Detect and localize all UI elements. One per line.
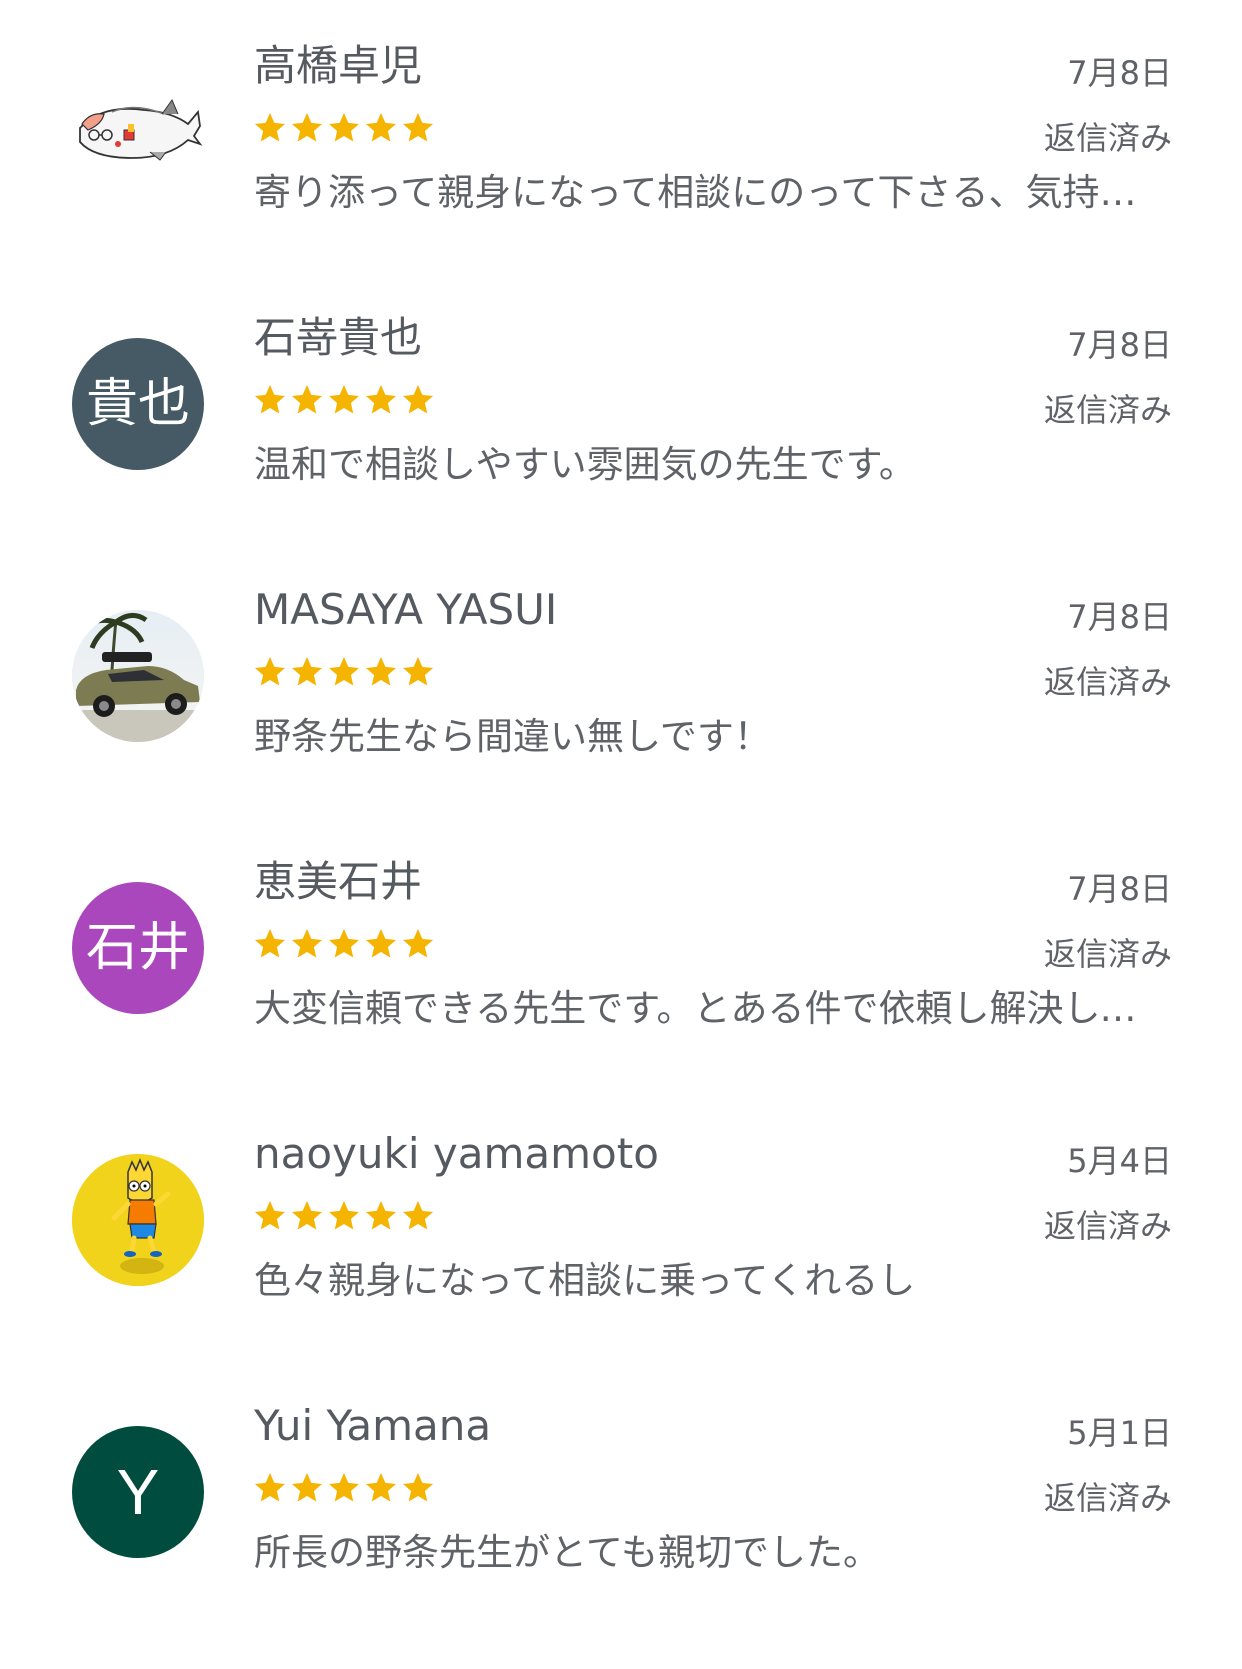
star-icon — [366, 1201, 396, 1230]
review-list: 高橋卓児 7月8日 返信済み 寄り添って親身になって相談にのって下さる、気持ちの… — [0, 0, 1242, 1669]
star-icon — [403, 657, 433, 686]
avatar-initials: 石井 — [85, 918, 190, 978]
review-item[interactable]: naoyuki yamamoto 5月4日 返信済み 色々親身になって相談に乗っ… — [0, 1088, 1242, 1360]
review-item[interactable]: MASAYA YASUI 7月8日 返信済み 野条先生なら間違い無しです！ — [0, 544, 1242, 816]
star-icon — [403, 1201, 433, 1230]
star-icon — [403, 1473, 433, 1502]
star-icon — [403, 113, 433, 142]
reply-status: 返信済み — [1043, 1207, 1172, 1245]
reply-status: 返信済み — [1043, 391, 1172, 429]
reply-status: 返信済み — [1043, 663, 1172, 701]
avatar-initials: Y — [116, 1456, 160, 1528]
reply-status: 返信済み — [1043, 119, 1172, 157]
star-icon — [255, 929, 285, 958]
review-text[interactable]: 寄り添って親身になって相談にのって下さる、気持ちの良い先生です。 — [254, 171, 1164, 215]
avatar-initials: 貴也 — [85, 374, 190, 434]
star-icon — [403, 929, 433, 958]
star-icon — [255, 1473, 285, 1502]
star-icon — [292, 1201, 322, 1230]
review-date: 5月1日 — [1067, 1414, 1172, 1452]
star-rating — [252, 382, 436, 424]
review-date: 7月8日 — [1067, 870, 1172, 908]
star-rating — [252, 926, 436, 968]
review-date: 7月8日 — [1067, 326, 1172, 364]
review-text[interactable]: 所長の野条先生がとても親切でした。 — [254, 1531, 1164, 1575]
review-date: 7月8日 — [1067, 598, 1172, 636]
review-item[interactable]: Y Yui Yamana 5月1日 返信済み 所長の野条先生がとても親切でした。 — [0, 1360, 1242, 1632]
car-photo-icon — [72, 610, 204, 742]
cartoon-character-icon — [72, 1154, 204, 1286]
avatar[interactable]: 石井 — [72, 882, 204, 1014]
avatar[interactable]: Y — [72, 1426, 204, 1558]
reviewer-name: MASAYA YASUI — [254, 585, 558, 634]
avatar[interactable] — [72, 1154, 204, 1286]
review-text[interactable]: 大変信頼できる先生です。とある件で依頼し解決していただきました。 — [254, 987, 1164, 1031]
reviewer-name: 高橋卓児 — [254, 41, 423, 90]
star-icon — [366, 929, 396, 958]
star-icon — [292, 929, 322, 958]
review-date: 7月8日 — [1067, 54, 1172, 92]
reviewer-name: 恵美石井 — [254, 857, 423, 906]
review-text[interactable]: 色々親身になって相談に乗ってくれるし — [254, 1259, 1164, 1303]
review-text[interactable]: 温和で相談しやすい雰囲気の先生です。 — [254, 443, 1164, 487]
reply-status: 返信済み — [1043, 935, 1172, 973]
star-rating — [252, 110, 436, 152]
review-item[interactable]: 貴也 石嵜貴也 7月8日 返信済み 温和で相談しやすい雰囲気の先生です。 — [0, 272, 1242, 544]
star-icon — [403, 385, 433, 414]
star-icon — [366, 1473, 396, 1502]
avatar[interactable] — [72, 610, 204, 742]
reviewer-name: Yui Yamana — [254, 1401, 492, 1450]
star-icon — [292, 113, 322, 142]
star-rating — [252, 654, 436, 696]
star-icon — [292, 657, 322, 686]
fish-illustration-icon — [79, 98, 203, 161]
review-item[interactable]: 高橋卓児 7月8日 返信済み 寄り添って親身になって相談にのって下さる、気持ちの… — [0, 0, 1242, 272]
star-icon — [366, 657, 396, 686]
star-icon — [366, 113, 396, 142]
review-text[interactable]: 野条先生なら間違い無しです！ — [254, 715, 1164, 759]
star-icon — [255, 385, 285, 414]
star-icon — [292, 385, 322, 414]
star-icon — [329, 1473, 359, 1502]
avatar[interactable] — [72, 66, 204, 198]
star-icon — [255, 1201, 285, 1230]
star-icon — [329, 113, 359, 142]
star-icon — [329, 929, 359, 958]
review-item[interactable]: 石井 恵美石井 7月8日 返信済み 大変信頼できる先生です。とある件で依頼し解決… — [0, 816, 1242, 1088]
review-date: 5月4日 — [1067, 1142, 1172, 1180]
star-rating — [252, 1198, 436, 1240]
star-icon — [255, 113, 285, 142]
star-icon — [292, 1473, 322, 1502]
avatar[interactable]: 貴也 — [72, 338, 204, 470]
reply-status: 返信済み — [1043, 1479, 1172, 1517]
star-rating — [252, 1470, 436, 1512]
reviewer-name: 石嵜貴也 — [254, 313, 423, 362]
star-icon — [255, 657, 285, 686]
star-icon — [329, 385, 359, 414]
star-icon — [366, 385, 396, 414]
reviewer-name: naoyuki yamamoto — [254, 1129, 659, 1178]
star-icon — [329, 657, 359, 686]
star-icon — [329, 1201, 359, 1230]
